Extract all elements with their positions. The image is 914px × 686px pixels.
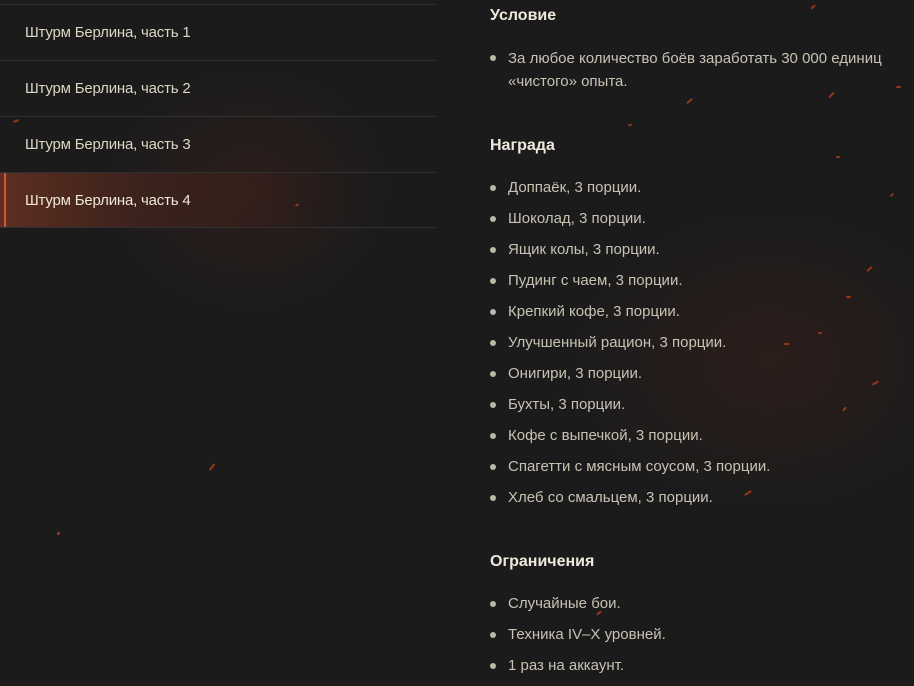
list-item: Доппаёк, 3 порции. [490,177,914,208]
sidebar-item-part-4[interactable]: Штурм Берлина, часть 4 [0,172,436,228]
list-item: Улучшенный рацион, 3 порции. [490,332,914,363]
bullet-icon [490,663,496,669]
list-item: Техника IV–X уровней. [490,624,914,655]
bullet-icon [490,632,496,638]
sidebar-item-part-3[interactable]: Штурм Берлина, часть 3 [0,116,436,172]
list-item: Крепкий кофе, 3 порции. [490,301,914,332]
list-item: Пудинг с чаем, 3 порции. [490,270,914,301]
list-item: 1 раз на аккаунт. [490,655,914,686]
list-item: Шоколад, 3 порции. [490,208,914,239]
list-item-text: Случайные бои. [508,595,621,612]
list-item-text: Хлеб со смальцем, 3 порции. [508,489,713,506]
sidebar: Штурм Берлина, часть 1 Штурм Берлина, ча… [0,4,436,228]
bullet-icon [490,464,496,470]
bullet-icon [490,402,496,408]
list-item-text: За любое количество боёв заработать 30 0… [508,50,882,90]
sidebar-item-label: Штурм Берлина, часть 4 [25,191,191,209]
reward-list: Доппаёк, 3 порции. Шоколад, 3 порции. Ящ… [490,177,914,518]
list-item-text: Бухты, 3 порции. [508,396,626,413]
list-item-text: Доппаёк, 3 порции. [508,179,642,196]
bullet-icon [490,247,496,253]
restrictions-list: Случайные бои. Техника IV–X уровней. 1 р… [490,593,914,686]
list-item-text: Улучшенный рацион, 3 порции. [508,334,727,351]
reward-title: Награда [490,137,555,154]
list-item-text: Онигири, 3 порции. [508,365,643,382]
bullet-icon [490,278,496,284]
bullet-icon [490,371,496,377]
list-item: Ящик колы, 3 порции. [490,239,914,270]
list-item-text: Спагетти с мясным соусом, 3 порции. [508,458,771,475]
sidebar-item-label: Штурм Берлина, часть 2 [25,80,191,97]
list-item-text: Крепкий кофе, 3 порции. [508,303,680,320]
sidebar-item-label: Штурм Берлина, часть 3 [25,136,191,153]
bullet-icon [490,340,496,346]
list-item-text: Техника IV–X уровней. [508,626,666,643]
list-item-text: Кофе с выпечкой, 3 порции. [508,427,703,444]
bullet-icon [490,216,496,222]
bullet-icon [490,309,496,315]
bullet-icon [490,601,496,607]
list-item: Спагетти с мясным соусом, 3 порции. [490,456,914,487]
sidebar-item-part-1[interactable]: Штурм Берлина, часть 1 [0,4,436,60]
restrictions-title: Ограничения [490,553,595,570]
condition-title: Условие [490,7,557,24]
bullet-icon [490,433,496,439]
sidebar-item-part-2[interactable]: Штурм Берлина, часть 2 [0,60,436,116]
list-item: Бухты, 3 порции. [490,394,914,425]
condition-list: За любое количество боёв заработать 30 0… [490,47,914,93]
list-item: Хлеб со смальцем, 3 порции. [490,487,914,518]
list-item-text: Пудинг с чаем, 3 порции. [508,272,683,289]
list-item: Случайные бои. [490,593,914,624]
bullet-icon [490,495,496,501]
list-item: Онигири, 3 порции. [490,363,914,394]
bullet-icon [490,55,496,61]
list-item: Кофе с выпечкой, 3 порции. [490,425,914,456]
sidebar-item-label: Штурм Берлина, часть 1 [25,24,191,41]
list-item: За любое количество боёв заработать 30 0… [490,47,914,93]
list-item-text: Шоколад, 3 порции. [508,210,646,227]
list-item-text: 1 раз на аккаунт. [508,657,624,674]
list-item-text: Ящик колы, 3 порции. [508,241,660,258]
bullet-icon [490,185,496,191]
